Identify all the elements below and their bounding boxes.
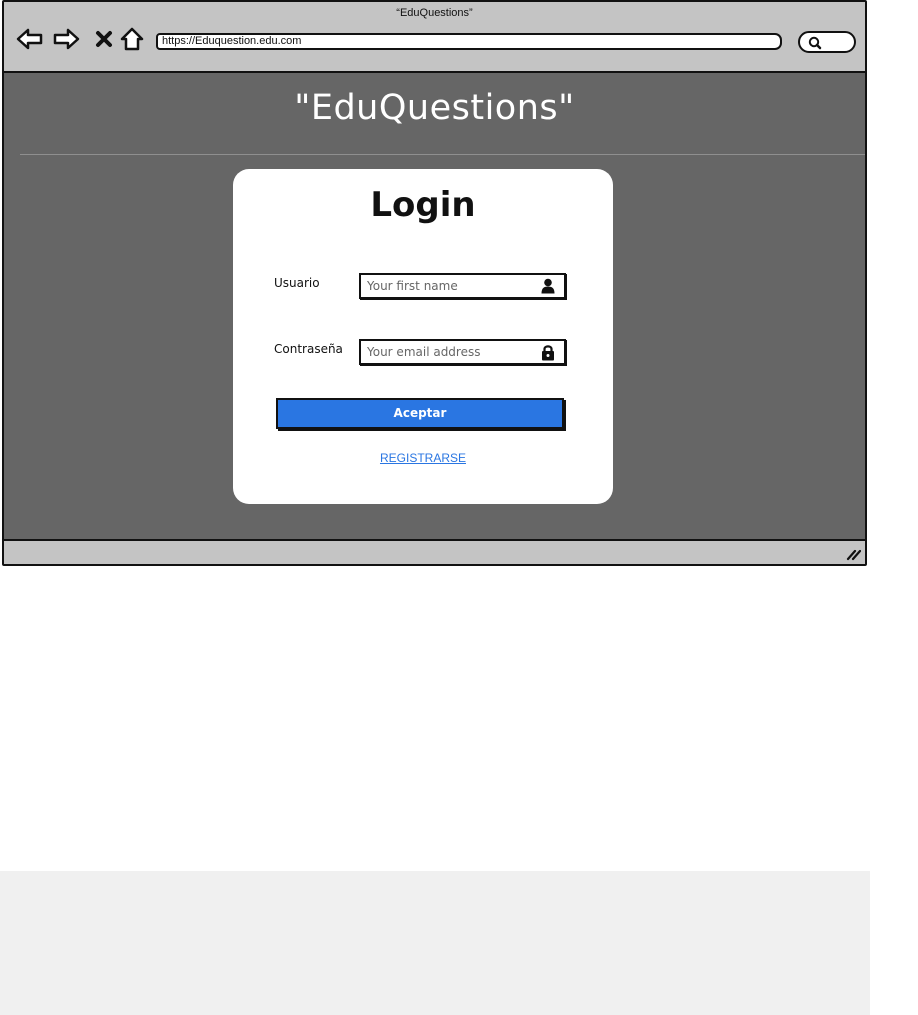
username-label: Usuario	[274, 276, 320, 290]
back-arrow-icon[interactable]	[16, 26, 44, 52]
password-field[interactable]: Your email address	[359, 339, 566, 365]
close-icon[interactable]	[90, 26, 118, 52]
password-placeholder: Your email address	[367, 345, 481, 359]
resize-grip-icon[interactable]	[845, 547, 861, 561]
url-bar[interactable]: https://Eduquestion.edu.com	[156, 33, 782, 50]
username-placeholder: Your first name	[367, 279, 458, 293]
stage: “EduQuestions” https://Eduquestion.edu.c…	[0, 0, 918, 1015]
site-title: "EduQuestions"	[294, 88, 575, 128]
user-icon	[541, 278, 555, 294]
forward-arrow-icon[interactable]	[52, 26, 80, 52]
password-label: Contraseña	[274, 342, 343, 356]
status-bar	[4, 539, 865, 564]
window-title: “EduQuestions”	[396, 7, 473, 19]
login-card: Login Usuario Your first name Contraseña…	[233, 169, 613, 504]
browser-toolbar: “EduQuestions” https://Eduquestion.edu.c…	[4, 2, 865, 73]
lock-icon	[542, 345, 554, 361]
search-button[interactable]	[798, 31, 856, 53]
login-title: Login	[370, 185, 476, 225]
bottom-panel	[0, 871, 870, 1015]
register-link[interactable]: REGISTRARSE	[233, 451, 613, 465]
header-divider	[20, 154, 865, 155]
home-icon[interactable]	[118, 26, 146, 52]
accept-button[interactable]: Aceptar	[276, 398, 564, 429]
search-icon	[808, 36, 822, 50]
username-field[interactable]: Your first name	[359, 273, 566, 299]
